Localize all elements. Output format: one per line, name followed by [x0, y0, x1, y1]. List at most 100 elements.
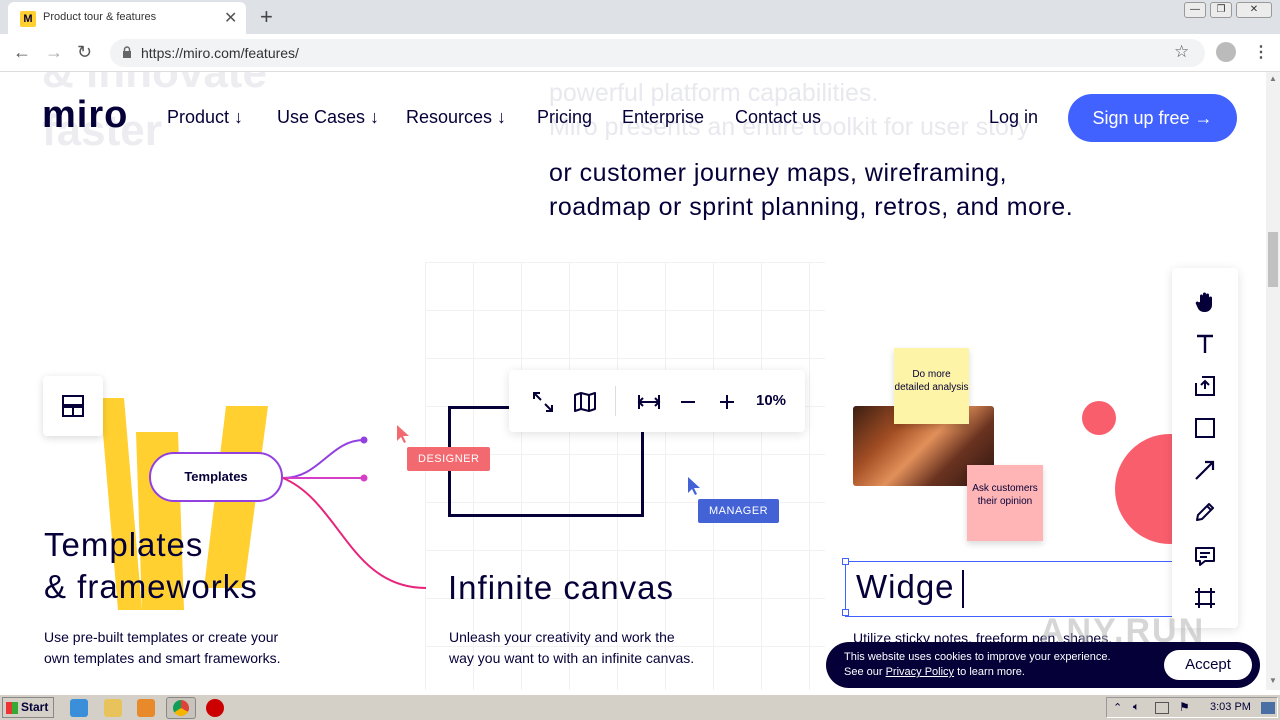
web-page: & innovate faster powerful platform capa…: [0, 72, 1266, 690]
nav-resources[interactable]: Resources ↓: [406, 107, 506, 128]
hero-paragraph: or customer journey maps, wireframing, r…: [549, 156, 1129, 224]
scroll-thumb[interactable]: [1268, 232, 1278, 287]
templates-heading-line-2: & frameworks: [44, 568, 258, 605]
browser-menu-icon[interactable]: ⋮: [1253, 42, 1269, 62]
hero-line-1: or customer journey maps, wireframing,: [549, 159, 1008, 187]
back-button[interactable]: ←: [13, 42, 31, 63]
forward-button[interactable]: →: [45, 42, 63, 63]
templates-description-line-2: own templates and smart frameworks.: [44, 650, 281, 666]
hand-tool-icon[interactable]: [1193, 290, 1217, 314]
templates-description-line-1: Use pre-built templates or create your: [44, 629, 279, 645]
templates-pill: Templates: [149, 452, 283, 502]
tab-title: Product tour & features: [43, 11, 157, 23]
layout-panel-card[interactable]: [43, 376, 103, 436]
start-button[interactable]: Start: [2, 697, 54, 718]
nav-enterprise[interactable]: Enterprise: [622, 107, 704, 128]
scroll-down-arrow-icon[interactable]: ▼: [1269, 676, 1277, 685]
pen-tool-icon[interactable]: [1193, 500, 1217, 524]
small-coral-circle: [1082, 401, 1116, 435]
network-icon[interactable]: [1155, 702, 1169, 714]
zoom-out-icon[interactable]: [676, 390, 700, 414]
browser-tab-bar: M Product tour & features ✕ + — ❐ ✕: [0, 0, 1280, 34]
sticky-note-yellow: Do more detailed analysis: [894, 348, 969, 424]
resize-handle[interactable]: [842, 558, 849, 565]
map-icon[interactable]: [573, 390, 597, 414]
volume-icon[interactable]: 🔈︎: [1133, 701, 1140, 714]
start-label: Start: [21, 700, 49, 714]
login-link[interactable]: Log in: [989, 107, 1038, 128]
templates-heading-line-1: Templates: [44, 526, 204, 563]
canvas-description-line-1: Unleash your creativity and work the: [449, 629, 675, 645]
new-tab-button[interactable]: +: [260, 4, 273, 30]
zoom-toolbar: 10%: [509, 370, 805, 432]
window-minimize-button[interactable]: —: [1184, 2, 1206, 18]
cookie-text-line-2: See our Privacy Policy to learn more.: [844, 666, 1025, 678]
opera-icon[interactable]: [206, 699, 224, 717]
cookie-text-prefix: See our: [844, 666, 886, 678]
tab-close-icon[interactable]: ✕: [224, 8, 237, 28]
infinite-canvas-heading: Infinite canvas: [448, 569, 674, 606]
manager-tag: MANAGER: [698, 499, 780, 523]
text-tool-icon[interactable]: [1193, 332, 1217, 356]
miro-favicon-icon: M: [20, 11, 36, 27]
zoom-in-icon[interactable]: [715, 390, 739, 414]
privacy-policy-link[interactable]: Privacy Policy: [886, 666, 954, 678]
layout-icon: [62, 395, 84, 417]
designer-cursor-icon: [397, 425, 409, 443]
lock-icon: [123, 46, 131, 58]
windows-logo-icon: [6, 702, 18, 714]
flag-icon[interactable]: ⚑: [1179, 700, 1190, 714]
address-bar[interactable]: https://miro.com/features/ ☆: [110, 39, 1205, 67]
window-close-button[interactable]: ✕: [1236, 2, 1272, 18]
window-maximize-button[interactable]: ❐: [1210, 2, 1232, 18]
hero-line-2: roadmap or sprint planning, retros, and …: [549, 193, 1074, 221]
chrome-icon: [173, 700, 189, 716]
browser-tab[interactable]: M Product tour & features ✕: [8, 2, 246, 34]
text-widget-selection[interactable]: Widge: [842, 558, 1185, 617]
cookie-banner: This website uses cookies to improve you…: [826, 642, 1260, 688]
resize-handle[interactable]: [842, 609, 849, 616]
reload-button[interactable]: ↻: [77, 42, 92, 63]
cookie-text-suffix: to learn more.: [954, 666, 1025, 678]
shape-tool-icon[interactable]: [1193, 416, 1217, 440]
frame-tool-icon[interactable]: [1193, 586, 1217, 610]
sticky-note-pink: Ask customers their opinion: [967, 465, 1043, 541]
clock: 3:03 PM: [1210, 701, 1251, 713]
fullscreen-icon[interactable]: [531, 390, 555, 414]
browser-toolbar: ← → ↻ https://miro.com/features/ ☆ ⋮: [0, 34, 1280, 72]
manager-cursor-icon: [688, 477, 700, 495]
scroll-up-arrow-icon[interactable]: ▲: [1269, 74, 1277, 83]
site-navigation: miro Product ↓ Use Cases ↓ Resources ↓ P…: [0, 86, 1266, 148]
profile-avatar-icon[interactable]: [1216, 42, 1236, 62]
page-scrollbar[interactable]: ▲ ▼: [1266, 72, 1280, 690]
widget-typing-text[interactable]: Widge: [856, 568, 955, 606]
sign-up-button[interactable]: Sign up free →: [1068, 94, 1237, 142]
comment-tool-icon[interactable]: [1193, 544, 1217, 568]
explorer-folder-icon[interactable]: [104, 699, 122, 717]
upload-tool-icon[interactable]: [1193, 374, 1217, 398]
board-tool-rail: [1172, 268, 1238, 628]
zoom-level: 10%: [756, 392, 787, 409]
arrow-tool-icon[interactable]: [1193, 458, 1217, 482]
windows-taskbar: Start ⌃ 🔈︎ ⚑ 3:03 PM: [0, 694, 1280, 720]
zoom-toolbar-divider: [615, 386, 616, 416]
show-desktop-icon[interactable]: [1261, 702, 1275, 714]
cookie-text-line-1: This website uses cookies to improve you…: [844, 651, 1111, 663]
url-text[interactable]: https://miro.com/features/: [141, 45, 299, 61]
media-player-icon[interactable]: [137, 699, 155, 717]
canvas-description-line-2: way you want to with an infinite canvas.: [449, 650, 695, 666]
designer-tag: DESIGNER: [407, 447, 491, 471]
bookmark-star-icon[interactable]: ☆: [1174, 42, 1189, 62]
nav-product[interactable]: Product ↓: [167, 107, 243, 128]
text-caret: [962, 570, 964, 608]
accept-cookies-button[interactable]: Accept: [1164, 650, 1252, 680]
nav-use-cases[interactable]: Use Cases ↓: [277, 107, 379, 128]
system-tray: ⌃ 🔈︎ ⚑ 3:03 PM: [1106, 697, 1278, 718]
tray-expand-icon[interactable]: ⌃: [1113, 701, 1122, 714]
nav-contact-us[interactable]: Contact us: [735, 107, 821, 128]
ie-icon[interactable]: [70, 699, 88, 717]
chrome-taskbar-button[interactable]: [166, 697, 196, 719]
fit-width-icon[interactable]: [637, 390, 661, 414]
miro-logo[interactable]: miro: [42, 94, 128, 137]
nav-pricing[interactable]: Pricing: [537, 107, 592, 128]
